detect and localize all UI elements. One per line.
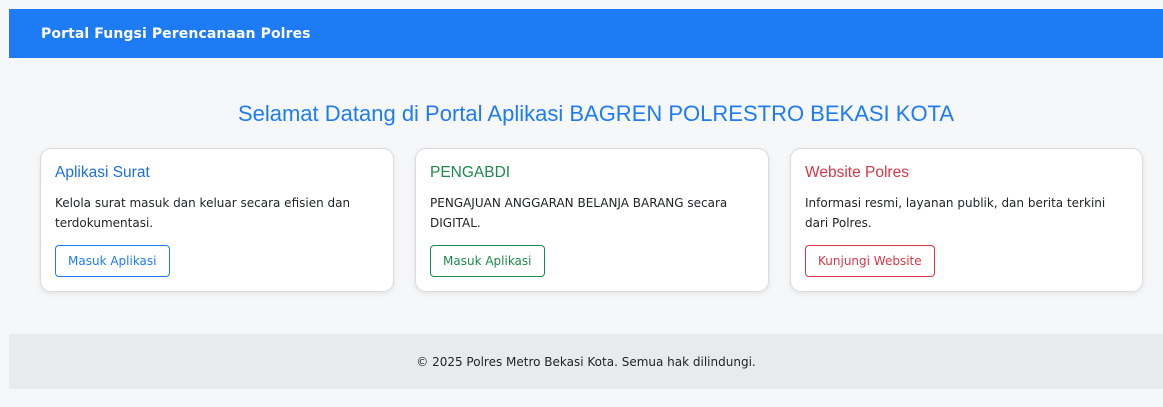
footer: © 2025 Polres Metro Bekasi Kota. Semua h… xyxy=(9,334,1163,389)
card-description: PENGAJUAN ANGGARAN BELANJA BARANG secara… xyxy=(430,196,728,230)
page: Portal Fungsi Perencanaan Polres Selamat… xyxy=(0,0,1163,407)
card-title: PENGABDI xyxy=(430,164,511,181)
footer-copyright: © 2025 Polres Metro Bekasi Kota. Semua h… xyxy=(416,354,756,369)
card-description: Kelola surat masuk dan keluar secara efi… xyxy=(55,196,351,230)
navbar: Portal Fungsi Perencanaan Polres xyxy=(9,9,1163,58)
kunjungi-website-button[interactable]: Kunjungi Website xyxy=(805,245,935,277)
card-title: Aplikasi Surat xyxy=(55,164,150,181)
card-aplikasi-surat: Aplikasi Surat Kelola surat masuk dan ke… xyxy=(40,148,394,292)
masuk-aplikasi-surat-button[interactable]: Masuk Aplikasi xyxy=(55,245,170,277)
card-website-polres: Website Polres Informasi resmi, layanan … xyxy=(790,148,1143,292)
navbar-brand[interactable]: Portal Fungsi Perencanaan Polres xyxy=(41,26,311,42)
masuk-aplikasi-pengabdi-button[interactable]: Masuk Aplikasi xyxy=(430,245,545,277)
page-title: Selamat Datang di Portal Aplikasi BAGREN… xyxy=(237,101,955,126)
top-border xyxy=(0,0,1163,8)
card-description: Informasi resmi, layanan publik, dan ber… xyxy=(805,196,1106,230)
card-title: Website Polres xyxy=(805,164,909,181)
card-pengabdi: PENGABDI PENGAJUAN ANGGARAN BELANJA BARA… xyxy=(415,148,769,292)
